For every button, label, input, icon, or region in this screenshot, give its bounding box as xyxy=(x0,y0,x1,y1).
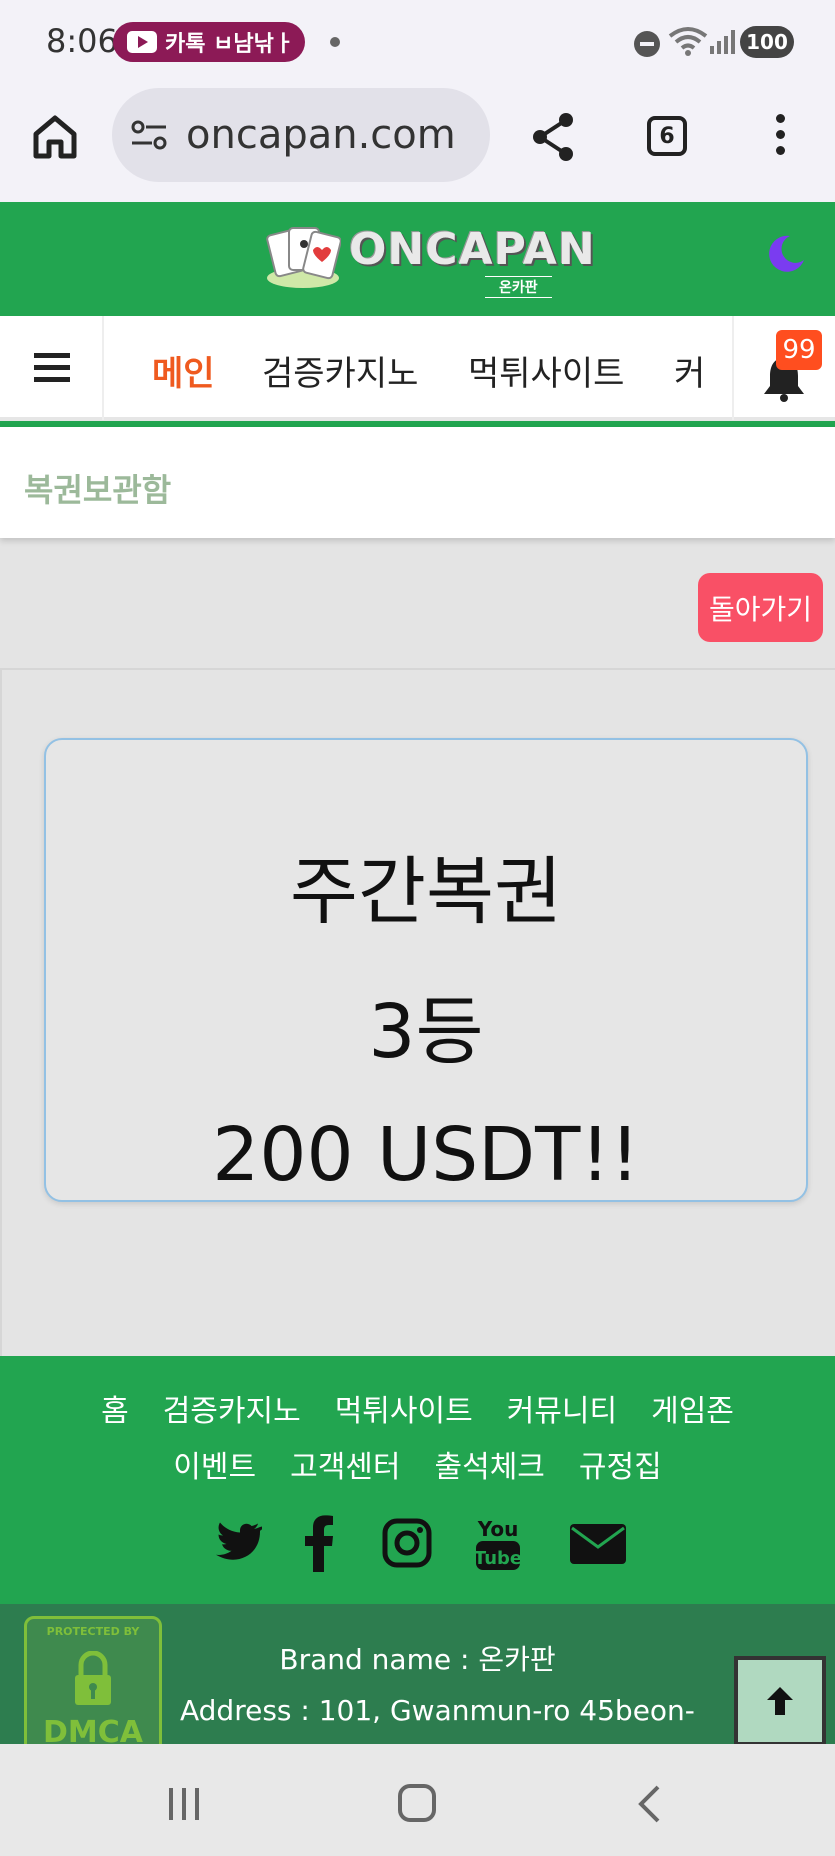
footer-link-home[interactable]: 홈 xyxy=(101,1394,129,1429)
notification-button[interactable]: 99 xyxy=(732,316,835,420)
address-bar[interactable]: oncapan.com xyxy=(112,88,490,182)
main-nav: 메인 검증카지노 먹튀사이트 커 99 xyxy=(0,316,835,420)
browser-toolbar: oncapan.com 6 xyxy=(0,84,835,202)
footer-links-row-2: 이벤트 고객센터 출석체크 규정집 xyxy=(0,1442,835,1486)
youtube-notification-icon xyxy=(127,31,157,53)
dark-mode-toggle-icon[interactable] xyxy=(762,232,806,276)
home-icon[interactable] xyxy=(30,112,80,162)
footer-links-row-1: 홈 검증카지노 먹튀사이트 커뮤니티 게임존 xyxy=(0,1386,835,1430)
do-not-disturb-icon xyxy=(634,31,660,57)
lottery-prize: 200 USDT!! xyxy=(212,1112,640,1198)
system-home-icon[interactable] xyxy=(398,1784,436,1822)
nav-item-scam-sites[interactable]: 먹튀사이트 xyxy=(468,346,624,395)
url-text: oncapan.com xyxy=(186,112,456,158)
site-footer: 홈 검증카지노 먹튀사이트 커뮤니티 게임존 이벤트 고객센터 출석체크 규정집 You Tu… xyxy=(0,1356,835,1604)
site-logo[interactable]: ONCAPAN 온카판 xyxy=(265,222,595,298)
nav-item-community[interactable]: 커 xyxy=(674,346,705,395)
more-menu-icon[interactable] xyxy=(770,114,790,160)
back-button[interactable]: 돌아가기 xyxy=(698,573,823,642)
footer-link-scam-sites[interactable]: 먹튀사이트 xyxy=(335,1394,473,1429)
playing-cards-icon xyxy=(266,227,341,288)
lottery-name: 주간복권 xyxy=(289,849,563,935)
footer-link-customer-center[interactable]: 고객센터 xyxy=(290,1450,400,1485)
share-icon[interactable] xyxy=(528,110,578,164)
svg-text:You: You xyxy=(477,1517,519,1541)
instagram-icon[interactable] xyxy=(382,1514,432,1572)
wifi-icon xyxy=(668,27,708,56)
footer-link-verified-casino[interactable]: 검증카지노 xyxy=(163,1394,301,1429)
battery-indicator: 100 xyxy=(740,26,794,58)
footer-link-attendance[interactable]: 출석체크 xyxy=(435,1450,545,1485)
dmca-protected-label: PROTECTED BY xyxy=(46,1625,140,1638)
logo-subtext: 온카판 xyxy=(485,276,552,298)
status-bar: 8:06 카톡 ㅂ남낚ㅏ 100 xyxy=(0,0,835,84)
logo-text: ONCAPAN xyxy=(349,224,596,275)
system-back-icon[interactable] xyxy=(636,1784,662,1824)
nav-items: 메인 검증카지노 먹튀사이트 커 xyxy=(104,316,732,420)
notification-count-badge: 99 xyxy=(776,330,822,370)
page-title: 복권보관함 xyxy=(24,471,172,509)
notification-text: 카톡 ㅂ남낚ㅏ xyxy=(165,32,295,57)
brand-name: Brand name : 온카판 xyxy=(279,1643,556,1676)
arrow-up-icon xyxy=(767,1687,793,1715)
footer-info: PROTECTED BY DMCA Brand name : 온카판 Addre… xyxy=(0,1604,835,1744)
youtube-icon[interactable]: You Tube xyxy=(474,1514,522,1572)
dmca-badge[interactable]: PROTECTED BY DMCA xyxy=(24,1616,162,1744)
hamburger-menu-icon[interactable] xyxy=(0,316,104,420)
footer-link-community[interactable]: 커뮤니티 xyxy=(507,1394,617,1429)
lottery-ticket-card[interactable]: 주간복권 3등 200 USDT!! xyxy=(44,738,808,1202)
notification-dot-icon xyxy=(330,37,340,47)
recent-apps-icon[interactable] xyxy=(166,1786,202,1822)
social-links: You Tube xyxy=(208,1514,628,1574)
footer-link-rules[interactable]: 규정집 xyxy=(579,1450,662,1485)
tab-switcher-button[interactable]: 6 xyxy=(647,116,687,156)
facebook-icon[interactable] xyxy=(304,1514,334,1572)
svg-text:Tube: Tube xyxy=(474,1548,522,1569)
address: Address : 101, Gwanmun-ro 45beon- xyxy=(180,1694,695,1727)
lottery-rank: 3등 xyxy=(368,989,484,1075)
site-header: ONCAPAN 온카판 xyxy=(0,202,835,316)
page-title-bar: 복권보관함 xyxy=(0,427,835,538)
signal-icon xyxy=(710,30,735,54)
footer-link-events[interactable]: 이벤트 xyxy=(173,1450,256,1485)
scroll-to-top-button[interactable] xyxy=(734,1656,826,1744)
nav-item-main[interactable]: 메인 xyxy=(152,346,215,395)
twitter-icon[interactable] xyxy=(210,1514,262,1572)
email-icon[interactable] xyxy=(570,1514,626,1572)
notification-pill[interactable]: 카톡 ㅂ남낚ㅏ xyxy=(113,22,305,62)
status-time: 8:06 xyxy=(46,22,118,60)
dmca-text: DMCA xyxy=(43,1715,143,1744)
nav-item-verified-casino[interactable]: 검증카지노 xyxy=(262,346,418,395)
site-settings-icon[interactable] xyxy=(130,119,168,151)
footer-link-game-zone[interactable]: 게임존 xyxy=(651,1394,734,1429)
system-nav-bar xyxy=(0,1744,835,1856)
